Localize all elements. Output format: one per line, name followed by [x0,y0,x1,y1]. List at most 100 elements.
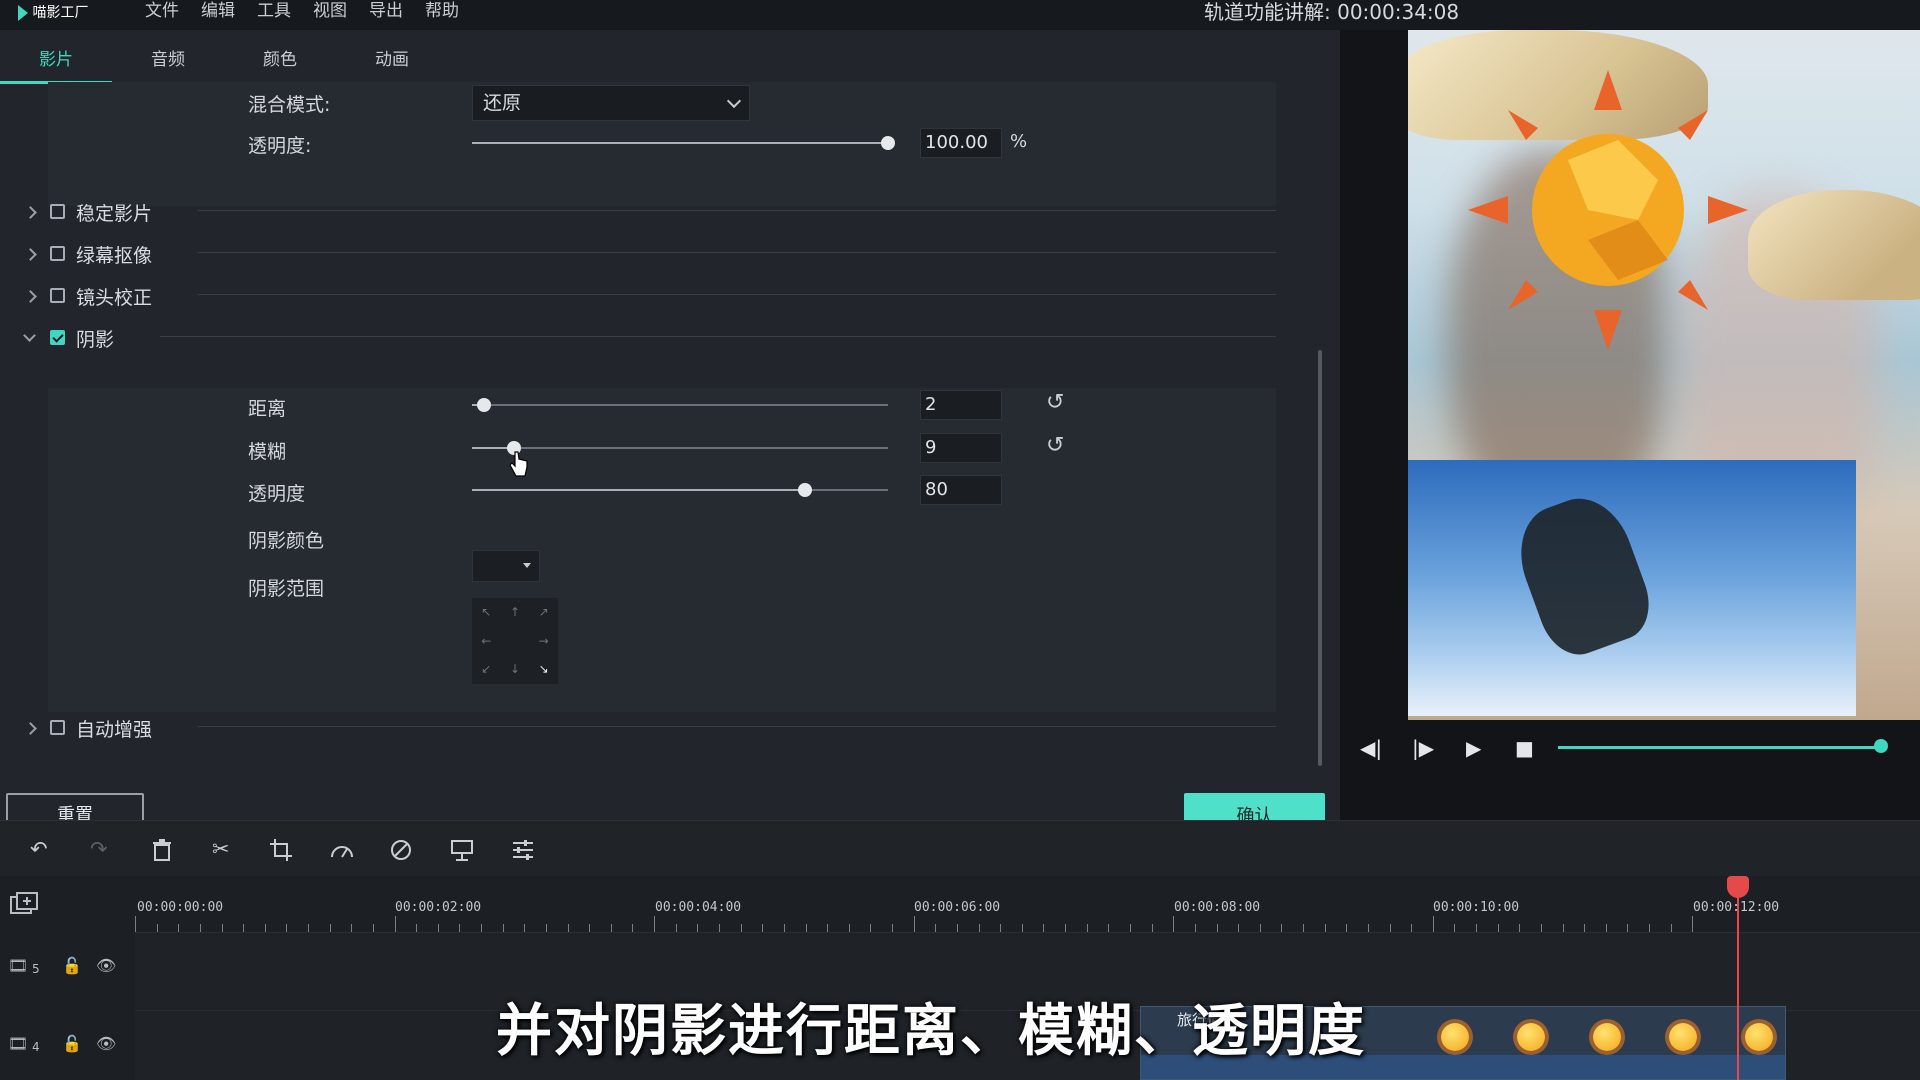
menu-file[interactable]: 文件 [145,0,179,30]
shadow-opacity-label: 透明度 [248,483,306,505]
stop-icon[interactable]: ■ [1515,736,1534,760]
distance-slider[interactable] [472,398,888,412]
menu-view[interactable]: 视图 [313,0,347,30]
time-label: 00:00:06:00 [914,900,1001,915]
add-track-icon[interactable] [10,892,40,916]
undo-icon[interactable]: ↶ [30,837,48,861]
section-label: 阴影 [76,329,115,351]
ruler-tick [1389,924,1391,932]
tab-animation[interactable]: 动画 [336,44,448,84]
lens-correction-checkbox[interactable] [50,288,65,303]
shadow-checkbox[interactable] [50,330,65,345]
eye-icon[interactable]: 👁 [96,956,116,975]
lock-icon[interactable]: 🔓 [62,956,82,975]
ruler-tick [783,924,785,932]
speed-icon[interactable] [330,839,354,861]
playback-knob[interactable] [1874,739,1888,753]
arrow-bottom-left-icon[interactable]: ↙ [472,655,501,684]
blend-mode-select[interactable]: 还原 [472,85,750,121]
shadow-color-picker[interactable] [472,550,540,582]
playhead[interactable] [1737,876,1739,1080]
prev-frame-icon[interactable]: ◀| [1360,736,1382,760]
ruler-tick [351,924,353,932]
arrow-right-icon[interactable]: → [529,627,558,656]
pip-video-clip[interactable] [1408,460,1856,716]
tab-video[interactable]: 影片 [0,44,112,84]
menu-tools[interactable]: 工具 [257,0,291,30]
chroma-key-checkbox[interactable] [50,246,65,261]
slider-knob[interactable] [797,483,812,497]
section-label: 镜头校正 [76,287,153,309]
green-screen-icon[interactable] [451,839,473,861]
menu-export[interactable]: 导出 [369,0,403,30]
arrow-down-icon[interactable]: ↓ [501,655,530,684]
arrow-top-left-icon[interactable]: ↖ [472,598,501,627]
ruler-tick [567,924,569,932]
ruler-tick [1692,916,1694,932]
chevron-right-icon[interactable] [24,290,37,303]
color-icon[interactable] [390,839,412,861]
ruler-tick [308,924,310,932]
auto-enhance-checkbox[interactable] [50,720,65,735]
film-icon: 🎞 [8,956,29,975]
delete-icon[interactable] [152,839,172,861]
video-subtitle: 并对阴影进行距离、模糊、透明度 [496,999,1366,1064]
distance-input[interactable]: 2 [920,390,1002,420]
ruler-tick [178,924,180,932]
ruler-tick [416,924,418,932]
crop-icon[interactable] [270,839,292,861]
ruler-tick [848,924,850,932]
menu-help[interactable]: 帮助 [425,0,459,30]
chevron-right-icon[interactable] [24,248,37,261]
chevron-right-icon[interactable] [24,206,37,219]
slider-knob[interactable] [881,136,895,150]
sun-thumbnail-icon [1517,1023,1545,1051]
ruler-tick [1649,924,1651,932]
tab-audio[interactable]: 音频 [112,44,224,84]
ruler-tick [632,924,634,932]
next-frame-icon[interactable]: |▶ [1412,736,1434,760]
arrow-up-icon[interactable]: ↑ [501,598,530,627]
ruler-tick [1497,924,1499,932]
ruler-tick [1540,924,1542,932]
arrow-bottom-right-icon[interactable]: ↘ [529,655,558,684]
lock-icon[interactable]: 🔓 [62,1034,82,1053]
ruler-tick [545,924,547,932]
opacity-slider[interactable] [472,136,895,150]
blur-reset-icon[interactable]: ↺ [1046,433,1064,458]
stabilization-checkbox[interactable] [50,204,65,219]
playback-progress[interactable] [1558,746,1876,749]
property-tabs: 影片 音频 颜色 动画 [0,44,448,84]
ruler-tick [1238,924,1240,932]
arrow-left-icon[interactable]: ← [472,627,501,656]
time-ruler[interactable]: 00:00:00:00 00:00:02:00 00:00:04:00 00:0… [135,876,1920,932]
cut-icon[interactable]: ✂ [212,837,230,861]
shadow-opacity-input[interactable]: 80 [920,475,1002,505]
ruler-tick [329,924,331,932]
ruler-tick [1324,924,1326,932]
preview-image [1408,30,1920,720]
chevron-right-icon[interactable] [24,722,37,735]
ruler-tick [913,916,915,932]
blur-slider[interactable] [472,441,888,455]
adjust-icon[interactable] [512,839,534,861]
sun-thumbnail-icon [1593,1023,1621,1051]
menu-edit[interactable]: 编辑 [201,0,235,30]
sun-sticker-icon [1468,70,1748,350]
ruler-tick [956,924,958,932]
slider-fill [472,142,888,144]
redo-icon[interactable]: ↷ [90,837,108,861]
panel-scrollbar[interactable] [1318,350,1322,766]
play-icon[interactable]: ▶ [1466,736,1481,760]
chevron-down-icon[interactable] [23,329,36,342]
arrow-top-right-icon[interactable]: ↗ [529,598,558,627]
opacity-input[interactable]: 100.00 [920,128,1002,158]
eye-icon[interactable]: 👁 [96,1034,116,1053]
track-number: 5 [32,962,40,976]
blur-input[interactable]: 9 [920,433,1002,463]
chevron-down-icon [726,93,742,109]
distance-reset-icon[interactable]: ↺ [1046,390,1064,415]
track-header-5: 🎞 5 🔓 👁 [0,932,135,1010]
tab-color[interactable]: 颜色 [224,44,336,84]
shadow-opacity-slider[interactable] [472,483,888,497]
